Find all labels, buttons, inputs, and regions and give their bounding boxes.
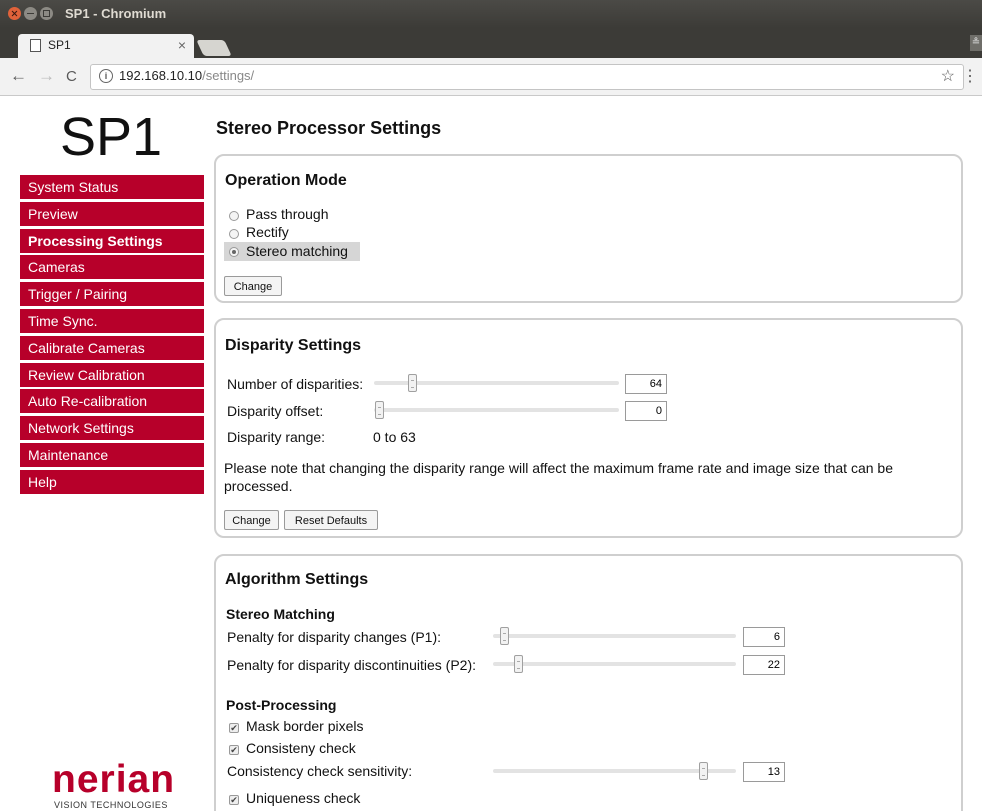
p1-slider-track[interactable] bbox=[493, 634, 736, 638]
num-disparities-input[interactable]: 64 bbox=[625, 374, 667, 394]
tab-title: SP1 bbox=[48, 38, 71, 52]
logo: SP1 bbox=[60, 107, 163, 167]
window-close-button[interactable] bbox=[8, 7, 21, 20]
disparity-settings-panel: Disparity Settings Number of disparities… bbox=[214, 318, 963, 538]
window-minimize-button[interactable] bbox=[24, 7, 37, 20]
uniqueness-check-label: Uniqueness check bbox=[246, 790, 361, 806]
back-icon[interactable]: ← bbox=[10, 66, 27, 86]
disparity-offset-label: Disparity offset: bbox=[227, 403, 324, 419]
brand-tagline: VISION TECHNOLOGIES bbox=[54, 800, 168, 810]
p1-slider-thumb[interactable] bbox=[500, 627, 509, 645]
browser-toolbar: ← → C i 192.168.10.10/settings/ ☆ ⋮ bbox=[0, 58, 982, 96]
consistency-check-label: Consisteny check bbox=[246, 740, 356, 756]
num-disparities-label: Number of disparities: bbox=[227, 376, 364, 392]
info-icon[interactable]: i bbox=[99, 69, 113, 83]
sidebar-item-trigger-pairing[interactable]: Trigger / Pairing bbox=[20, 282, 204, 307]
radio-label-rectify: Rectify bbox=[246, 224, 289, 240]
sidebar-item-cameras[interactable]: Cameras bbox=[20, 255, 204, 280]
tab-close-icon[interactable]: × bbox=[178, 37, 186, 53]
radio-stereo-matching[interactable] bbox=[229, 247, 239, 257]
profile-icon[interactable]: ≗ bbox=[970, 35, 982, 51]
p1-input[interactable]: 6 bbox=[743, 627, 785, 647]
sidebar-item-calibrate-cameras[interactable]: Calibrate Cameras bbox=[20, 335, 204, 360]
p2-slider-track[interactable] bbox=[493, 662, 736, 666]
sidebar: SP1 System Status Preview Processing Set… bbox=[0, 96, 204, 811]
url-host: 192.168.10.10 bbox=[119, 68, 203, 83]
sidebar-nav: System Status Preview Processing Setting… bbox=[20, 175, 204, 497]
consistency-sensitivity-input[interactable]: 13 bbox=[743, 762, 785, 782]
consistency-sensitivity-label: Consistency check sensitivity: bbox=[227, 763, 413, 779]
sidebar-item-system-status[interactable]: System Status bbox=[20, 175, 204, 199]
sidebar-item-network-settings[interactable]: Network Settings bbox=[20, 416, 204, 441]
address-bar[interactable]: i 192.168.10.10/settings/ ☆ bbox=[90, 64, 964, 90]
disparity-note: Please note that changing the disparity … bbox=[224, 460, 893, 494]
num-disparities-slider-thumb[interactable] bbox=[408, 374, 417, 392]
disparity-range-label: Disparity range: bbox=[227, 429, 326, 445]
algorithm-settings-panel: Algorithm Settings Stereo Matching Penal… bbox=[214, 554, 963, 811]
forward-icon[interactable]: → bbox=[38, 66, 55, 86]
document-icon bbox=[30, 39, 41, 52]
algorithm-settings-heading: Algorithm Settings bbox=[225, 571, 369, 588]
uniqueness-check-checkbox[interactable]: ✔ bbox=[229, 795, 239, 805]
reload-icon[interactable]: C bbox=[66, 68, 77, 85]
disparity-offset-slider-thumb[interactable] bbox=[375, 401, 384, 419]
tab-strip: SP1 × ≗ bbox=[0, 28, 982, 58]
disparity-change-button[interactable]: Change bbox=[224, 510, 279, 530]
sidebar-item-review-calibration[interactable]: Review Calibration bbox=[20, 362, 204, 387]
brand-name: nerian bbox=[52, 758, 176, 801]
p2-slider-thumb[interactable] bbox=[514, 655, 523, 673]
consistency-sensitivity-slider-thumb[interactable] bbox=[699, 762, 708, 780]
mask-border-label: Mask border pixels bbox=[246, 718, 364, 734]
p2-label: Penalty for disparity discontinuities (P… bbox=[227, 657, 476, 673]
page-title: Stereo Processor Settings bbox=[216, 118, 442, 138]
sidebar-item-help[interactable]: Help bbox=[20, 469, 204, 494]
sidebar-item-maintenance[interactable]: Maintenance bbox=[20, 442, 204, 467]
operation-change-button[interactable]: Change bbox=[224, 276, 282, 296]
mask-border-checkbox[interactable]: ✔ bbox=[229, 723, 239, 733]
disparity-offset-slider-track[interactable] bbox=[374, 408, 619, 412]
url-path: /settings/ bbox=[202, 68, 255, 83]
disparity-settings-heading: Disparity Settings bbox=[225, 337, 362, 354]
sidebar-item-processing-settings[interactable]: Processing Settings bbox=[20, 228, 204, 253]
new-tab-button[interactable] bbox=[196, 40, 232, 56]
radio-pass-through[interactable] bbox=[229, 211, 239, 221]
stereo-matching-heading: Stereo Matching bbox=[226, 606, 335, 622]
radio-label-stereo-matching: Stereo matching bbox=[246, 243, 348, 259]
p1-label: Penalty for disparity changes (P1): bbox=[227, 629, 441, 645]
sidebar-item-auto-recalibration[interactable]: Auto Re-calibration bbox=[20, 389, 204, 414]
brand-logo: nerian VISION TECHNOLOGIES bbox=[52, 758, 176, 811]
disparity-offset-input[interactable]: 0 bbox=[625, 401, 667, 421]
sidebar-item-time-sync[interactable]: Time Sync. bbox=[20, 308, 204, 333]
radio-rectify[interactable] bbox=[229, 229, 239, 239]
post-processing-heading: Post-Processing bbox=[226, 697, 337, 713]
operation-mode-heading: Operation Mode bbox=[225, 172, 347, 189]
browser-menu-icon[interactable]: ⋮ bbox=[962, 66, 978, 86]
page-content: SP1 System Status Preview Processing Set… bbox=[0, 96, 982, 811]
p2-input[interactable]: 22 bbox=[743, 655, 785, 675]
window-titlebar: SP1 - Chromium bbox=[0, 0, 982, 28]
window-maximize-button[interactable] bbox=[40, 7, 53, 20]
radio-label-pass-through: Pass through bbox=[246, 206, 329, 222]
url-text[interactable]: 192.168.10.10/settings/ bbox=[119, 68, 254, 83]
sidebar-item-preview[interactable]: Preview bbox=[20, 201, 204, 226]
reset-defaults-button[interactable]: Reset Defaults bbox=[284, 510, 378, 530]
operation-mode-panel: Operation Mode Pass through Rectify Ster… bbox=[214, 154, 963, 303]
browser-tab[interactable]: SP1 × bbox=[18, 34, 194, 58]
bookmark-star-icon[interactable]: ☆ bbox=[941, 66, 955, 86]
consistency-check-checkbox[interactable]: ✔ bbox=[229, 745, 239, 755]
disparity-range-value: 0 to 63 bbox=[373, 429, 416, 445]
window-title: SP1 - Chromium bbox=[65, 6, 167, 21]
